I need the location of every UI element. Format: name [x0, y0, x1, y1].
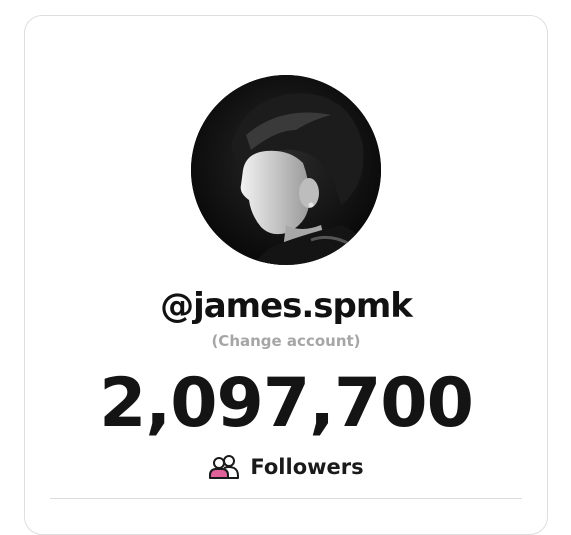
avatar: [191, 75, 381, 265]
follower-count: 2,097,700: [99, 364, 474, 443]
users-icon: [208, 454, 240, 480]
followers-label: Followers: [250, 455, 364, 479]
profile-card: @james.spmk (Change account) 2,097,700 F…: [24, 15, 548, 535]
change-account-link[interactable]: (Change account): [25, 331, 547, 351]
followers-row: Followers: [25, 453, 547, 481]
avatar-photo: [191, 75, 381, 265]
username: @james.spmk: [160, 286, 413, 326]
divider: [50, 498, 522, 499]
